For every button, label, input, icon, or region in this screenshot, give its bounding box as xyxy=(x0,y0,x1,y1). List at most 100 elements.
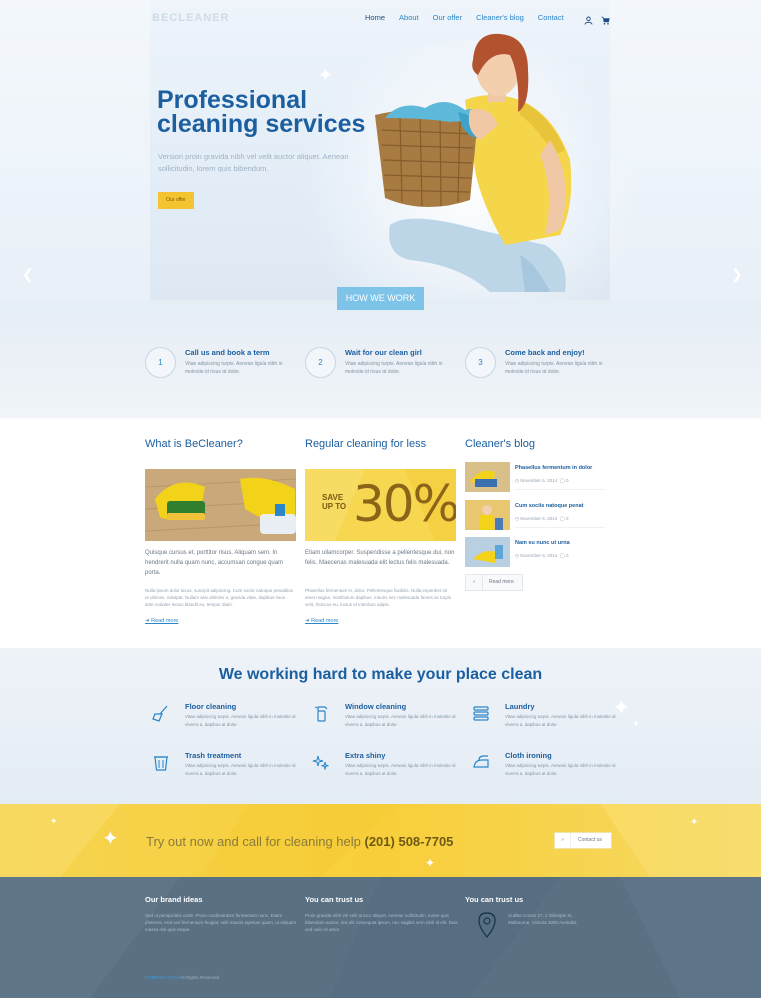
cart-icon[interactable] xyxy=(601,12,610,25)
nav-icons xyxy=(584,12,610,25)
contact-us-button[interactable]: » Contact us xyxy=(554,832,612,849)
hero-title: Professional cleaning services xyxy=(157,86,366,138)
offer-read-more-link[interactable]: ➜ Read more xyxy=(305,618,338,624)
button-label: Read more xyxy=(489,579,514,585)
blog-post-item[interactable]: Phasellus fermentum in dolor ◷ November … xyxy=(465,462,615,492)
post-date: November 6, 2014 xyxy=(520,516,558,521)
phone-number[interactable]: (201) 508-7705 xyxy=(365,834,454,849)
location-pin-icon xyxy=(478,912,496,938)
background-tile xyxy=(0,0,150,300)
blog-thumbnail xyxy=(465,500,510,530)
promo-small-text: SAVE UP TO xyxy=(322,493,347,511)
service-description: Vitae adipiscing turpis. Aenean ligula n… xyxy=(185,763,296,776)
blog-title: Cleaner's blog xyxy=(465,438,535,450)
divider xyxy=(515,527,605,528)
step-number: 3 xyxy=(465,347,496,378)
service-name: Window cleaning xyxy=(345,702,407,711)
service-name: Cloth ironing xyxy=(505,751,552,760)
service-item: Window cleaning Vitae adipiscing turpis.… xyxy=(305,702,456,732)
sparkle-decoration: ✦ xyxy=(50,816,58,826)
services-title: We working hard to make your place clean xyxy=(218,666,543,683)
blog-post-title: Cum sociis natoque penat xyxy=(515,503,584,509)
hero-text: Version proin gravida nibh vel velit auc… xyxy=(158,152,349,173)
offer-body-text: Phasellus fermentum in, dolor. Pellentes… xyxy=(305,588,452,607)
footer-address: Cutlike Constr 27, 2 Gillespie St, Melbo… xyxy=(508,913,577,925)
service-description: Vitae adipiscing turpis. Aenean ligula n… xyxy=(505,763,616,776)
trash-icon xyxy=(154,756,168,771)
copyright-brand-link[interactable]: COMPANY.COM xyxy=(145,975,179,980)
woman-with-laundry-basket-image xyxy=(375,33,572,292)
step-title: Call us and book a term xyxy=(185,348,270,357)
step-description: Vitae adipiscing turpis. Aenean ligula n… xyxy=(505,361,603,375)
about-read-more-link[interactable]: ➜ Read more xyxy=(145,618,178,624)
comment-count: 0 xyxy=(566,516,569,521)
about-body-text: Nulla ipsum dolor lacus, suscipit adipis… xyxy=(145,588,294,607)
prev-slide-arrow[interactable]: ❮ xyxy=(22,266,34,283)
blog-post-item[interactable]: Cum sociis natoque penat ◷ November 6, 2… xyxy=(465,500,615,530)
offer-lead-text: Etiam ullamcorper. Suspendisse a pellent… xyxy=(305,550,455,566)
service-description: Vitae adipiscing turpis. Aenean ligula n… xyxy=(505,714,616,727)
service-name: Extra shiny xyxy=(345,751,386,760)
offer-title: Regular cleaning for less xyxy=(305,438,427,450)
step-description: Vitae adipiscing turpis. Aenean ligula n… xyxy=(185,361,283,375)
read-more-label: Read more xyxy=(311,618,339,624)
blog-post-item[interactable]: Nam eu nunc ut urna ◷ November 6, 2014 ◯… xyxy=(465,537,615,567)
blog-post-title: Phasellus fermentum in dolor xyxy=(515,465,593,471)
nav-home[interactable]: Home xyxy=(365,13,385,22)
read-more-label: Read more xyxy=(151,618,179,624)
user-icon[interactable] xyxy=(584,12,593,25)
sparkle-decoration: ✦ xyxy=(318,65,334,85)
service-description: Vitae adipiscing turpis. Aenean ligula n… xyxy=(345,763,456,776)
footer-heading: You can trust us xyxy=(465,895,524,904)
arrow-right-icon: » xyxy=(466,575,483,590)
sparkle-decoration: ✦ xyxy=(690,817,699,828)
how-we-work-label: HOW WE WORK xyxy=(337,287,424,310)
how-we-work-section xyxy=(0,300,761,418)
copyright: COMPANY.COM All Rights Reserved xyxy=(145,975,219,980)
comment-count: 0 xyxy=(566,553,569,558)
nav-cleaners-blog[interactable]: Cleaner's blog xyxy=(476,13,524,22)
promo-percentage: 30% xyxy=(353,475,456,533)
blog-post-title: Nam eu nunc ut urna xyxy=(515,540,570,546)
sparkle-decoration: ✦ xyxy=(425,856,436,870)
our-offer-button[interactable]: Our offer xyxy=(158,192,194,209)
main-nav: Home About Our offer Cleaner's blog Cont… xyxy=(365,13,578,22)
blog-post-meta: ◷ November 6, 2014 ◯ 0 xyxy=(515,553,569,559)
step-description: Vitae adipiscing turpis. Aenean ligula n… xyxy=(345,361,443,375)
nav-contact[interactable]: Contact xyxy=(538,13,564,22)
service-item: Laundry Vitae adipiscing turpis. Aenean … xyxy=(465,702,616,732)
iron-icon xyxy=(473,755,489,768)
footer-heading: Our brand ideas xyxy=(145,895,203,904)
service-name: Floor cleaning xyxy=(185,702,237,711)
service-description: Vitae adipiscing turpis. Aenean ligula n… xyxy=(185,714,296,727)
blog-read-more-button[interactable]: » Read more xyxy=(465,574,523,591)
nav-about[interactable]: About xyxy=(399,13,419,22)
service-item: Trash treatment Vitae adipiscing turpis.… xyxy=(145,751,296,781)
step-title: Wait for our clean girl xyxy=(345,348,422,357)
service-name: Laundry xyxy=(505,702,535,711)
spray-bottle-icon xyxy=(314,706,328,722)
step-title: Come back and enjoy! xyxy=(505,348,585,357)
footer xyxy=(0,877,761,998)
footer-text: Sed ut perspiciatis unde. Proin condimen… xyxy=(145,913,297,932)
arrow-right-icon: » xyxy=(555,833,571,848)
save-30-promo-image: SAVE UP TO 30% xyxy=(305,469,456,541)
button-label: Contact us xyxy=(578,837,602,843)
service-item: Cloth ironing Vitae adipiscing turpis. A… xyxy=(465,751,616,781)
footer-heading: You can trust us xyxy=(305,895,364,904)
blog-post-meta: ◷ November 6, 2014 ◯ 0 xyxy=(515,478,569,484)
nav-our-offer[interactable]: Our offer xyxy=(433,13,462,22)
logo[interactable]: BECLEANER xyxy=(152,12,229,24)
footer-text: Proin gravida nibh vel velit auctor aliq… xyxy=(305,913,458,932)
service-name: Trash treatment xyxy=(185,751,242,760)
sparkles-icon xyxy=(312,755,329,770)
blog-thumbnail xyxy=(465,462,510,492)
cta-message: Try out now and call for cleaning help xyxy=(146,834,361,849)
blog-thumbnail xyxy=(465,537,510,567)
cta-text: Try out now and call for cleaning help (… xyxy=(146,834,453,849)
blog-post-meta: ◷ November 6, 2014 ◯ 0 xyxy=(515,516,569,522)
service-item: Floor cleaning Vitae adipiscing turpis. … xyxy=(145,702,296,732)
about-lead-text: Quisque cursus et, porttitor risus. Aliq… xyxy=(145,550,284,576)
next-slide-arrow[interactable]: ❯ xyxy=(731,266,743,283)
comment-count: 0 xyxy=(566,478,569,483)
